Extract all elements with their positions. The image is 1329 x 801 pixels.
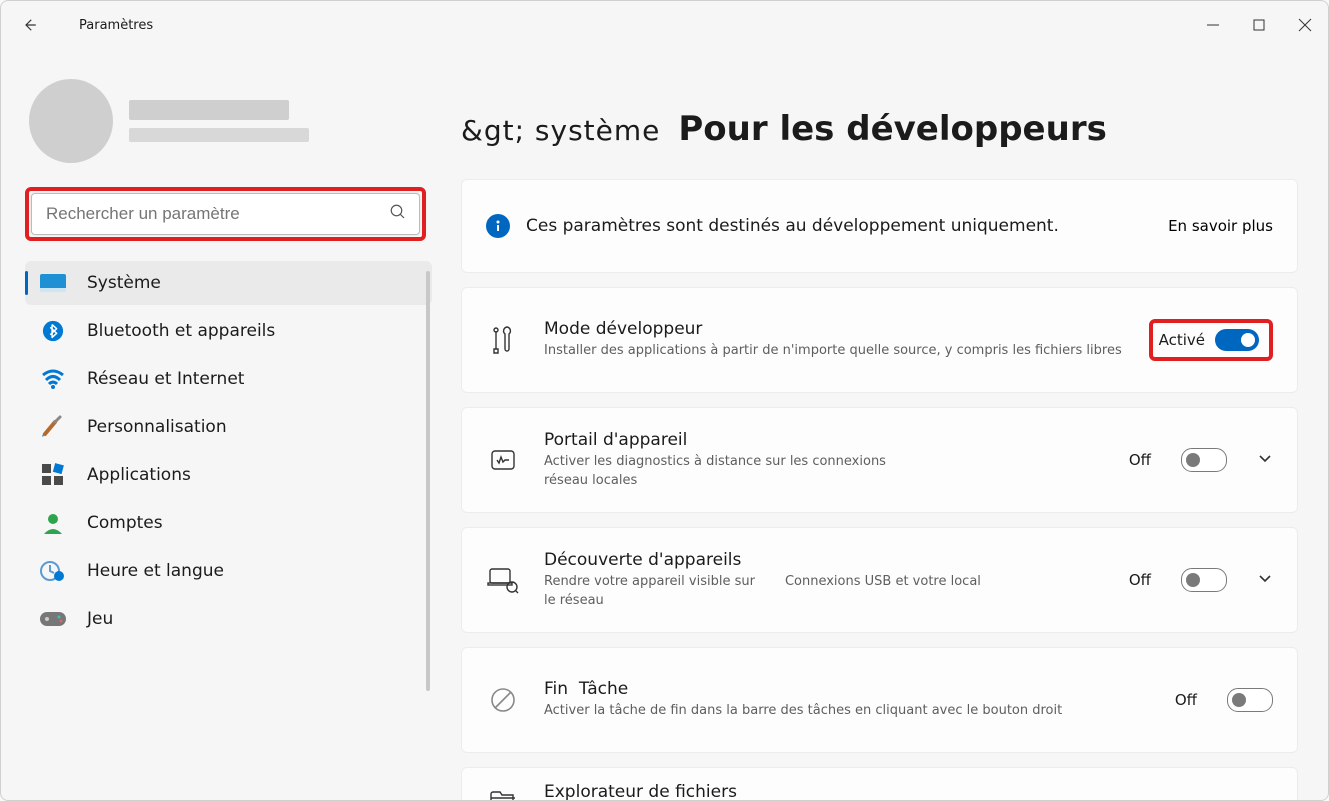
device-portal-icon: [486, 446, 520, 474]
sidebar-item-label: Bluetooth et appareils: [87, 321, 275, 341]
sidebar-item-gaming[interactable]: Jeu: [25, 597, 432, 641]
wifi-icon: [39, 368, 67, 390]
sidebar: Système Bluetooth et appareils Réseau et…: [1, 49, 441, 800]
setting-title: Explorateur de fichiers: [544, 782, 1227, 800]
setting-device-discovery[interactable]: Découverte d'appareils Rendre votre appa…: [461, 527, 1298, 633]
setting-desc: Activer la tâche de fin dans la barre de…: [544, 701, 1151, 721]
setting-desc: Activer les diagnostics à distance sur l…: [544, 452, 1105, 491]
system-icon: [39, 272, 67, 294]
sidebar-item-bluetooth[interactable]: Bluetooth et appareils: [25, 309, 432, 353]
profile-email-placeholder: [129, 128, 309, 142]
sidebar-item-label: Comptes: [87, 513, 163, 533]
window-controls: [1190, 9, 1328, 41]
toggle-state-label: Off: [1175, 691, 1197, 709]
dev-mode-toggle[interactable]: [1215, 329, 1259, 351]
sidebar-item-time-language[interactable]: Heure et langue: [25, 549, 432, 593]
setting-desc: Rendre votre appareil visible surConnexi…: [544, 572, 1105, 611]
sidebar-item-label: Système: [87, 273, 161, 293]
close-button[interactable]: [1282, 9, 1328, 41]
setting-end-task: Fin Tâche Activer la tâche de fin dans l…: [461, 647, 1298, 753]
sidebar-item-label: Jeu: [87, 609, 113, 629]
maximize-button[interactable]: [1236, 9, 1282, 41]
setting-desc: Installer des applications à partir de n…: [544, 341, 1125, 361]
toggle-state-label: Off: [1129, 451, 1151, 469]
dev-mode-highlight: Activé: [1149, 319, 1273, 361]
chevron-down-icon[interactable]: [1257, 450, 1273, 470]
content-area: &gt; système Pour les développeurs Ces p…: [441, 49, 1328, 800]
chevron-down-icon[interactable]: [1257, 570, 1273, 590]
avatar: [29, 79, 113, 163]
device-discovery-toggle[interactable]: [1181, 568, 1227, 592]
settings-window: Paramètres: [0, 0, 1329, 801]
setting-file-explorer[interactable]: Explorateur de fichiers Ajustez ces para…: [461, 767, 1298, 800]
sidebar-item-personalization[interactable]: Personnalisation: [25, 405, 432, 449]
learn-more-link[interactable]: En savoir plus: [1168, 217, 1273, 235]
sidebar-item-label: Heure et langue: [87, 561, 224, 581]
apps-icon: [39, 464, 67, 486]
info-banner-text: Ces paramètres sont destinés au développ…: [526, 216, 1152, 236]
minimize-button[interactable]: [1190, 9, 1236, 41]
titlebar: Paramètres: [1, 1, 1328, 49]
sidebar-item-network[interactable]: Réseau et Internet: [25, 357, 432, 401]
breadcrumb[interactable]: &gt; système: [461, 114, 660, 147]
toggle-state-label: Off: [1129, 571, 1151, 589]
back-button[interactable]: [9, 5, 49, 45]
search-input[interactable]: [44, 203, 379, 225]
search-box[interactable]: [31, 193, 420, 235]
file-explorer-icon: [486, 786, 520, 800]
info-banner: Ces paramètres sont destinés au développ…: [461, 179, 1298, 273]
person-icon: [39, 512, 67, 534]
arrow-left-icon: [20, 16, 38, 34]
tools-icon: [486, 325, 520, 355]
setting-title: Mode développeur: [544, 319, 1125, 339]
sidebar-item-label: Personnalisation: [87, 417, 227, 437]
minimize-icon: [1207, 19, 1219, 31]
paintbrush-icon: [39, 416, 67, 438]
content-header: &gt; système Pour les développeurs: [461, 109, 1298, 149]
end-task-toggle[interactable]: [1227, 688, 1273, 712]
clock-globe-icon: [39, 560, 67, 582]
info-icon: [486, 214, 510, 238]
device-discovery-icon: [486, 567, 520, 593]
setting-dev-mode: Mode développeur Installer des applicati…: [461, 287, 1298, 393]
setting-title: Portail d'appareil: [544, 430, 1105, 450]
setting-title: Fin Tâche: [544, 679, 1151, 699]
sidebar-item-label: Applications: [87, 465, 191, 485]
sidebar-item-system[interactable]: Système: [25, 261, 432, 305]
disabled-icon: [486, 687, 520, 713]
search-highlight: [25, 187, 426, 241]
page-title: Pour les développeurs: [678, 109, 1106, 149]
app-title: Paramètres: [79, 18, 153, 33]
profile-text: [129, 100, 309, 142]
setting-title: Découverte d'appareils: [544, 550, 1105, 570]
sidebar-nav: Système Bluetooth et appareils Réseau et…: [25, 261, 432, 641]
gamepad-icon: [39, 608, 67, 630]
profile-block[interactable]: [29, 79, 432, 163]
maximize-icon: [1253, 19, 1265, 31]
sidebar-item-label: Réseau et Internet: [87, 369, 244, 389]
sidebar-item-apps[interactable]: Applications: [25, 453, 432, 497]
setting-device-portal[interactable]: Portail d'appareil Activer les diagnosti…: [461, 407, 1298, 513]
bluetooth-icon: [39, 320, 67, 342]
device-portal-toggle[interactable]: [1181, 448, 1227, 472]
sidebar-scrollbar[interactable]: [426, 271, 430, 691]
sidebar-item-accounts[interactable]: Comptes: [25, 501, 432, 545]
profile-name-placeholder: [129, 100, 289, 120]
close-icon: [1299, 19, 1311, 31]
toggle-state-label: Activé: [1159, 331, 1205, 349]
search-icon: [389, 203, 407, 225]
